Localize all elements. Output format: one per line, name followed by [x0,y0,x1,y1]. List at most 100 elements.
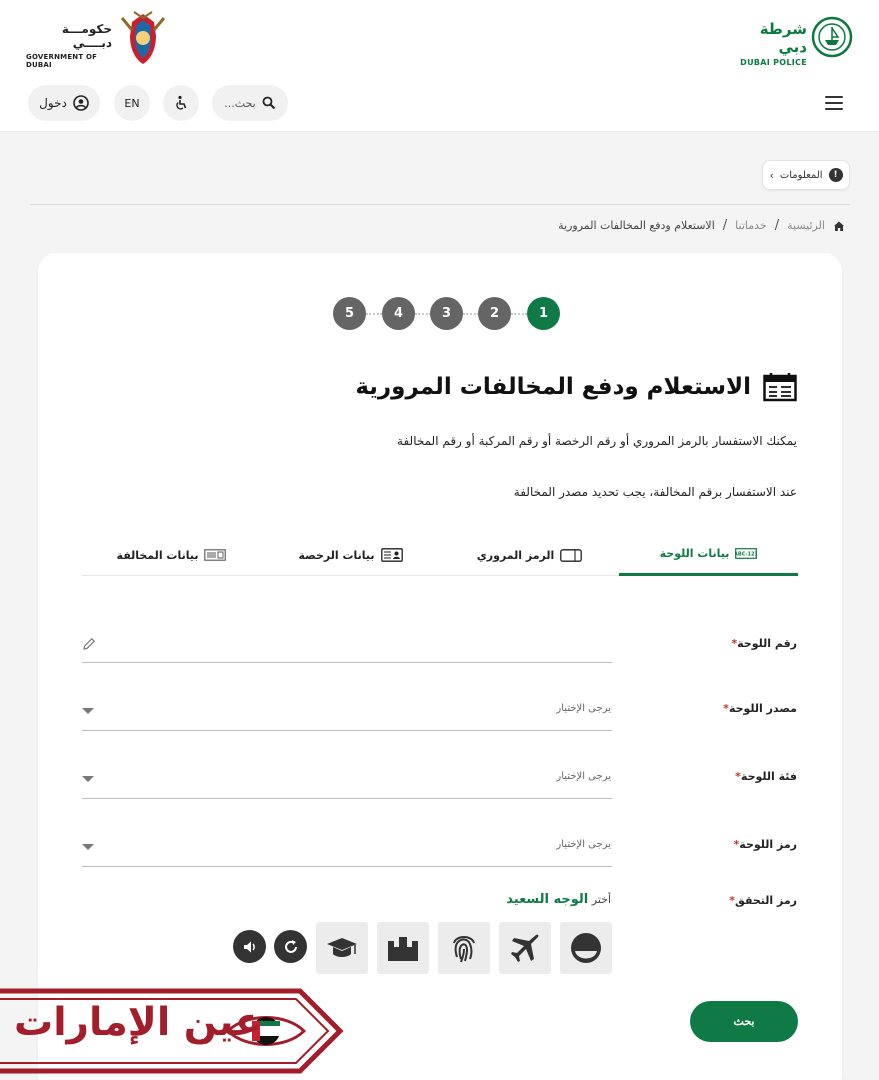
gov-name-en: GOVERNMENT OF DUBAI [26,53,98,69]
dubai-police-logo[interactable]: شرطة دبي DUBAI POLICE [733,14,853,67]
plate-code-underline [82,866,612,867]
graduation-cap-icon [327,938,357,957]
language-label: EN [124,96,140,110]
airplane-icon [511,934,539,962]
step-connector [463,313,479,315]
gov-name-ar: حكومـــة دبــــي [61,22,112,50]
plate-source-underline [82,730,612,731]
plate-number-input[interactable] [82,662,612,663]
dropdown-arrow-icon[interactable] [82,708,94,714]
plate-code-label-text: رمز اللوحة [739,838,797,851]
plate-source-label: مصدر اللوحة* [723,702,797,715]
tab-license-data[interactable]: بيانات الرخصة [261,534,440,576]
svg-text:ABC-123: ABC-123 [735,552,757,558]
site-header: حكومـــة دبــــي GOVERNMENT OF DUBAI شرط… [0,0,879,132]
dropdown-arrow-icon[interactable] [82,776,94,782]
info-label: المعلومات [779,169,823,181]
ticket-icon [204,549,227,561]
tab-traffic-code-label: الرمز المروري [476,548,555,562]
tab-traffic-code[interactable]: الرمز المروري [440,534,619,576]
step-4: 4 [382,297,415,330]
plate-number-label: رقم اللوحة* [731,637,797,650]
card-icon [560,548,583,562]
info-icon: ! [828,168,843,182]
plate-category-label-text: فئة اللوحة [740,770,797,783]
dubai-emblem-icon [120,11,166,64]
dropdown-arrow-icon[interactable] [82,844,94,850]
calendar-icon [763,373,797,402]
police-name-ar: شرطة دبي [759,20,807,56]
plate-category-select[interactable]: يرجى الإختيار [556,771,611,782]
captcha-option-airplane[interactable] [499,922,551,974]
tab-fine-label: بيانات المخالفة [116,548,199,562]
page-title: الاستعلام ودفع المخالفات المرورية [355,374,751,400]
captcha-label: رمز التحقق* [729,894,797,907]
stepper: 5 4 3 2 1 [333,297,561,331]
plate-code-select[interactable]: يرجى الإختيار [556,839,611,850]
tab-bar: ABC-123 بيانات اللوحة الرمز المروري بيان… [82,534,798,576]
divider [30,204,850,205]
captcha-label-text: رمز التحقق [735,894,797,907]
breadcrumb-services[interactable]: خدماتنا [735,219,767,232]
captcha-option-graduation-cap[interactable] [316,922,368,974]
police-emblem-icon [811,16,853,58]
home-icon[interactable] [833,220,845,232]
building-icon [388,937,418,961]
government-of-dubai-logo[interactable]: حكومـــة دبــــي GOVERNMENT OF DUBAI [26,8,176,70]
chevron-left-icon: › [769,168,774,182]
accessibility-button[interactable] [163,85,199,121]
captcha-hint-text: أختر [591,893,611,906]
fingerprint-icon [453,936,475,963]
pencil-icon [83,637,96,650]
step-1: 1 [527,297,560,330]
step-connector [511,313,527,315]
captcha-instruction: أختر الوجه السعيد [506,892,611,907]
refresh-captcha-button[interactable] [274,930,307,963]
captcha-option-fingerprint[interactable] [438,922,490,974]
user-circle-icon [73,95,89,111]
description-1: يمكنك الاستفسار بالرمز المروري أو رقم ال… [397,434,797,448]
speaker-icon [243,941,255,952]
step-connector [366,313,382,315]
search-submit-button[interactable]: بحث [690,1001,798,1042]
description-2: عند الاستفسار برقم المخالفة، يجب تحديد م… [513,485,797,499]
step-5: 5 [333,297,366,330]
plate-code-label: رمز اللوحة* [734,838,797,851]
refresh-icon [284,939,297,953]
captcha-option-smiley[interactable] [560,922,612,974]
plate-category-label: فئة اللوحة* [735,770,797,783]
step-3: 3 [430,297,463,330]
page-header: الاستعلام ودفع المخالفات المرورية [355,372,797,402]
breadcrumb-home[interactable]: الرئيسية [787,219,825,232]
search-icon [262,96,275,110]
info-button[interactable]: ! المعلومات › [762,160,850,190]
tab-fine-data[interactable]: بيانات المخالفة [82,534,261,576]
search-button[interactable]: بحث... [212,85,288,121]
step-connector [415,313,431,315]
watermark-text: عين الإمارات [14,1000,262,1045]
police-name-en: DUBAI POLICE [740,58,807,67]
language-toggle[interactable]: EN [114,85,150,121]
login-label: دخول [39,96,67,110]
tab-license-label: بيانات الرخصة [298,548,375,562]
tab-plate-label: بيانات اللوحة [659,547,730,560]
breadcrumb-separator: / [774,218,780,233]
plate-source-select[interactable]: يرجى الإختيار [556,703,611,714]
breadcrumb: الرئيسية / خدماتنا / الاستعلام ودفع المخ… [558,218,845,233]
audio-captcha-button[interactable] [233,930,266,963]
plate-category-underline [82,798,612,799]
breadcrumb-separator: / [722,218,728,233]
menu-icon[interactable] [825,96,843,110]
search-placeholder: بحث... [224,96,256,110]
login-button[interactable]: دخول [28,85,100,121]
tab-plate-data[interactable]: ABC-123 بيانات اللوحة [619,534,798,576]
breadcrumb-current: الاستعلام ودفع المخالفات المرورية [558,219,715,232]
plate-source-label-text: مصدر اللوحة [728,702,797,715]
captcha-option-building[interactable] [377,922,429,974]
step-2: 2 [478,297,511,330]
plate-number-label-text: رقم اللوحة [737,637,797,650]
captcha-target: الوجه السعيد [506,892,589,907]
license-icon [380,548,403,562]
accessibility-icon [176,95,187,110]
plate-icon: ABC-123 [735,548,757,559]
